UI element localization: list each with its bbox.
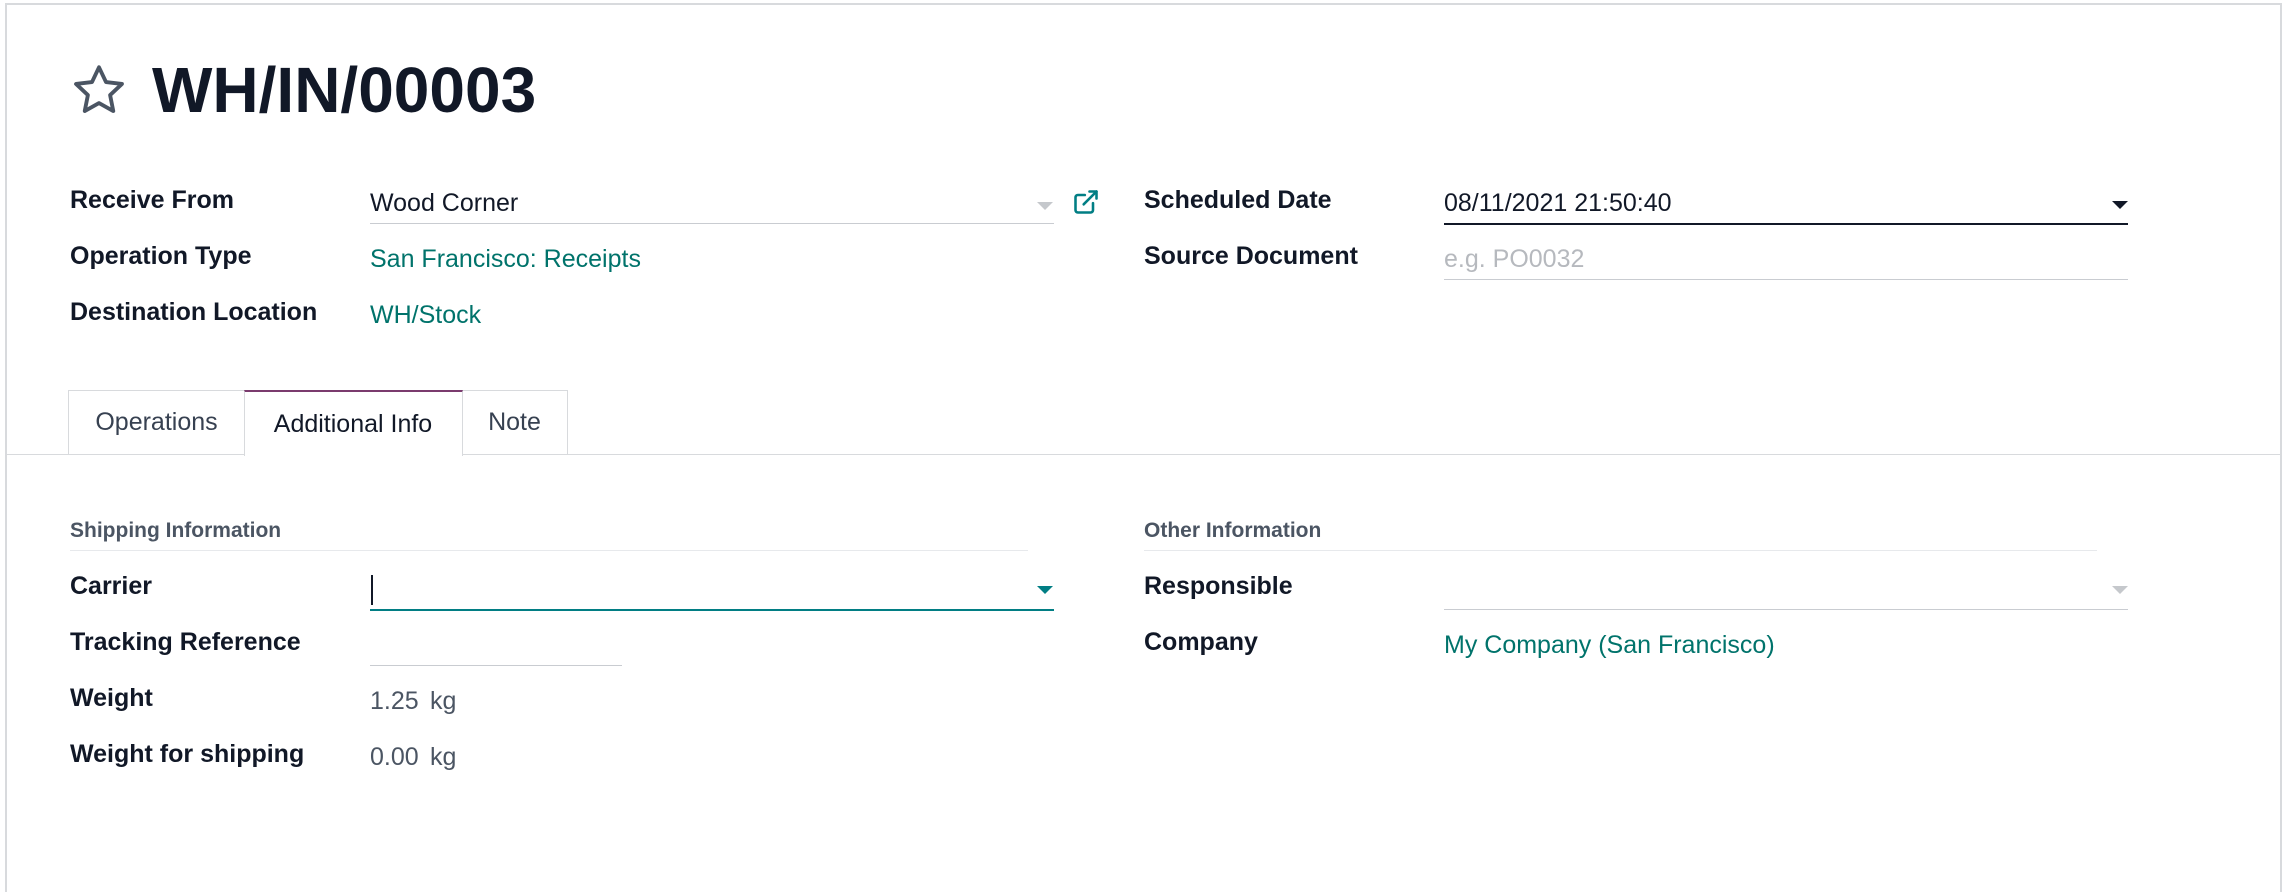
scheduled-date-underline [1444, 223, 2128, 225]
destination-location-link[interactable]: WH/Stock [370, 301, 481, 330]
carrier-label: Carrier [70, 572, 152, 600]
carrier-underline [370, 609, 1054, 611]
tab-note[interactable]: Note [461, 390, 568, 454]
record-header: WH/IN/00003 [68, 50, 536, 130]
receive-from-underline [370, 223, 1054, 224]
weight-for-shipping-value: 0.00 [370, 743, 419, 771]
weight-for-shipping-label: Weight for shipping [70, 740, 305, 768]
responsible-label: Responsible [1144, 572, 1293, 600]
responsible-underline [1444, 609, 2128, 610]
scheduled-date-input[interactable]: 08/11/2021 21:50:40 [1444, 189, 1672, 218]
weight-value: 1.25 [370, 687, 419, 715]
text-cursor [371, 575, 373, 605]
source-document-underline [1444, 279, 2128, 280]
page-title: WH/IN/00003 [152, 54, 537, 126]
caret-down-icon[interactable] [1037, 586, 1053, 594]
active-tab-gap [246, 453, 461, 456]
caret-down-icon[interactable] [2112, 586, 2128, 594]
notebook-tabs: Operations Additional Info Note [68, 390, 568, 456]
company-label: Company [1144, 628, 1258, 656]
caret-down-icon[interactable] [1037, 202, 1053, 210]
scheduled-date-label: Scheduled Date [1144, 186, 1332, 214]
section-separator [70, 550, 1028, 551]
company-link[interactable]: My Company (San Francisco) [1444, 631, 1775, 660]
caret-down-icon[interactable] [2112, 201, 2128, 209]
weight-for-shipping-unit: kg [430, 743, 457, 771]
destination-location-label: Destination Location [70, 298, 318, 326]
weight-label: Weight [70, 684, 153, 712]
star-outline-icon[interactable] [68, 59, 130, 121]
receive-from-input[interactable]: Wood Corner [370, 189, 518, 218]
source-document-input[interactable]: e.g. PO0032 [1444, 245, 1584, 274]
receive-from-label: Receive From [70, 186, 234, 214]
weight-unit: kg [430, 687, 457, 715]
tracking-reference-underline [370, 665, 622, 666]
operation-type-link[interactable]: San Francisco: Receipts [370, 245, 641, 274]
tab-additional-info[interactable]: Additional Info [243, 390, 463, 456]
section-separator [1144, 550, 2097, 551]
shipping-information-title: Shipping Information [70, 519, 282, 542]
tab-operations[interactable]: Operations [68, 390, 245, 454]
external-link-icon[interactable] [1071, 187, 1101, 217]
tracking-reference-label: Tracking Reference [70, 628, 301, 656]
other-information-title: Other Information [1144, 519, 1322, 542]
operation-type-label: Operation Type [70, 242, 252, 270]
source-document-label: Source Document [1144, 242, 1358, 270]
